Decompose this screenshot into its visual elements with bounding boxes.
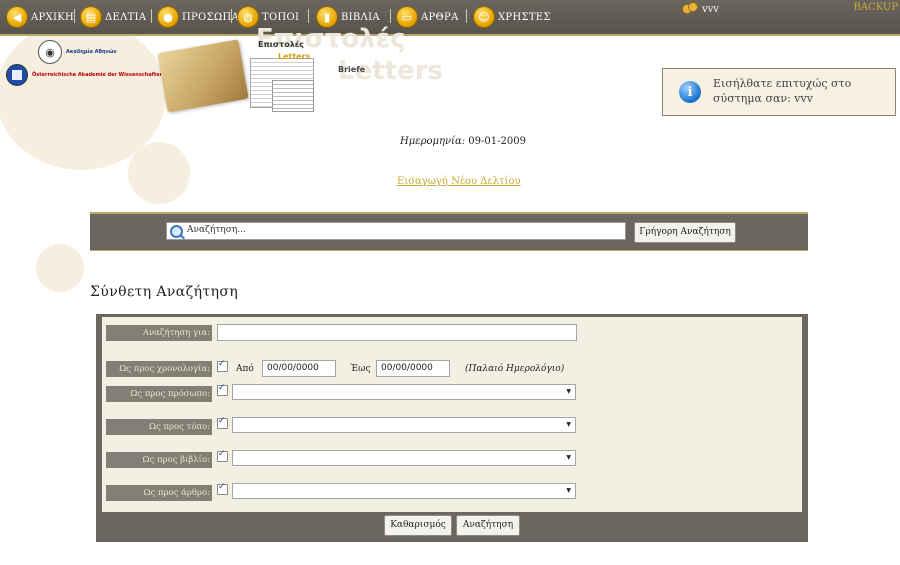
- date-line: Ημερομηνία: 09-01-2009: [400, 136, 526, 147]
- date-label: Ημερομηνία:: [400, 136, 466, 147]
- decor-circle-small: [36, 244, 84, 292]
- chevron-down-icon: ▼: [566, 388, 571, 395]
- cards-icon: ▤: [80, 6, 102, 28]
- calendar-note: (Παλαιό Ημερολόγιο): [465, 364, 565, 374]
- austrian-academy-logo: Österreichische Akademie der Wissenschaf…: [6, 64, 163, 86]
- chronology-label: Ως προς χρονολογία:: [106, 361, 212, 377]
- user-name: vvv: [702, 3, 719, 15]
- chevron-down-icon: ▼: [566, 421, 571, 428]
- place-checkbox[interactable]: [217, 416, 228, 429]
- banner-word-greek: Επιστολές: [258, 40, 304, 49]
- article-select[interactable]: ▼: [232, 483, 576, 499]
- owl-emblem-icon: ◉: [38, 40, 62, 64]
- chevron-down-icon: ▼: [566, 487, 571, 494]
- book-checkbox[interactable]: [217, 449, 228, 462]
- person-select[interactable]: ▼: [232, 384, 576, 400]
- document-image: [272, 80, 314, 112]
- book-select[interactable]: ▼: [232, 450, 576, 466]
- academy-of-athens-logo: ◉ Ακαδημία Αθηνών: [38, 40, 117, 64]
- nav-divider: [231, 9, 232, 23]
- banner-word-english: Letters: [278, 52, 311, 61]
- search-icon: [170, 225, 183, 238]
- nav-item-users[interactable]: ☺ ΧΡΗΣΤΕΣ: [473, 6, 551, 28]
- nav-item-persons[interactable]: ● ΠΡΟΣΩΠΑ: [157, 6, 239, 28]
- place-label: Ως προς τόπο:: [106, 419, 212, 435]
- clear-button[interactable]: Καθαρισμός: [384, 515, 452, 536]
- place-select[interactable]: ▼: [232, 417, 576, 433]
- old-book-image: [157, 39, 249, 113]
- building-emblem-icon: [6, 64, 28, 86]
- users-icon: ☺: [473, 6, 495, 28]
- nav-divider: [466, 9, 467, 23]
- current-user: vvv: [682, 2, 719, 16]
- banner-word-german: Briefe: [338, 65, 366, 74]
- decor-circle-medium: [128, 142, 190, 204]
- nav-divider: [308, 9, 309, 23]
- chevron-down-icon: ▼: [566, 454, 571, 461]
- article-checkbox[interactable]: [217, 482, 228, 495]
- login-notification: i Εισήλθατε επιτυχώς στο σύστημα σαν: vv…: [662, 68, 896, 116]
- quick-search-bar: Αναζήτηση... Γρήγορη Αναζήτηση: [90, 212, 808, 251]
- advanced-search-footer: [96, 512, 808, 542]
- chronology-checkbox[interactable]: [217, 359, 228, 372]
- nav-divider: [151, 9, 152, 23]
- nav-divider: [74, 9, 75, 23]
- academy-name: Ακαδημία Αθηνών: [66, 49, 117, 55]
- top-nav: ◀ ΑΡΧΙΚΗ ▤ ΔΕΛΤΙΑ ● ΠΡΟΣΩΠΑ ◍ ΤΟΠΟΙ ▮ ΒΙ…: [0, 0, 900, 36]
- quick-search-input[interactable]: Αναζήτηση...: [166, 222, 626, 240]
- to-label: Έως: [350, 364, 371, 374]
- user-icon: [682, 2, 698, 16]
- person-checkbox[interactable]: [217, 383, 228, 396]
- article-label: Ως προς άρθρο:: [106, 485, 212, 501]
- book-label: Ως προς βιβλίο:: [106, 452, 212, 468]
- person-icon: ●: [157, 6, 179, 28]
- login-message: Εισήλθατε επιτυχώς στο σύστημα σαν: vvv: [713, 77, 852, 105]
- nav-item-cards[interactable]: ▤ ΔΕΛΤΙΑ: [80, 6, 146, 28]
- search-for-field[interactable]: [217, 324, 577, 341]
- from-date-field[interactable]: 00/00/0000: [262, 360, 336, 377]
- nav-item-home[interactable]: ◀ ΑΡΧΙΚΗ: [6, 6, 74, 28]
- quick-search-button[interactable]: Γρήγορη Αναζήτηση: [634, 222, 736, 243]
- person-label: Ως προς πρόσωπο:: [106, 386, 212, 402]
- backup-link[interactable]: BACKUP: [854, 2, 899, 13]
- letters-banner: Επιστολές Letters Επιστολές Letters Brie…: [157, 24, 443, 128]
- advanced-search-title: Σύνθετη Αναζήτηση: [90, 284, 239, 300]
- banner-word-greek-large: Επιστολές: [256, 24, 406, 54]
- nav-divider: [390, 9, 391, 23]
- arrow-home-icon: ◀: [6, 6, 28, 28]
- austrian-academy-name: Österreichische Akademie der Wissenschaf…: [32, 72, 164, 78]
- new-entry-link[interactable]: Εισαγωγή Νέου Δελτίου: [397, 176, 521, 187]
- info-icon: i: [679, 81, 701, 103]
- to-date-field[interactable]: 00/00/0000: [376, 360, 450, 377]
- from-label: Από: [236, 364, 254, 374]
- date-value: 09-01-2009: [468, 136, 526, 147]
- search-for-label: Αναζήτηση για:: [106, 325, 212, 341]
- search-button[interactable]: Αναζήτηση: [456, 515, 520, 536]
